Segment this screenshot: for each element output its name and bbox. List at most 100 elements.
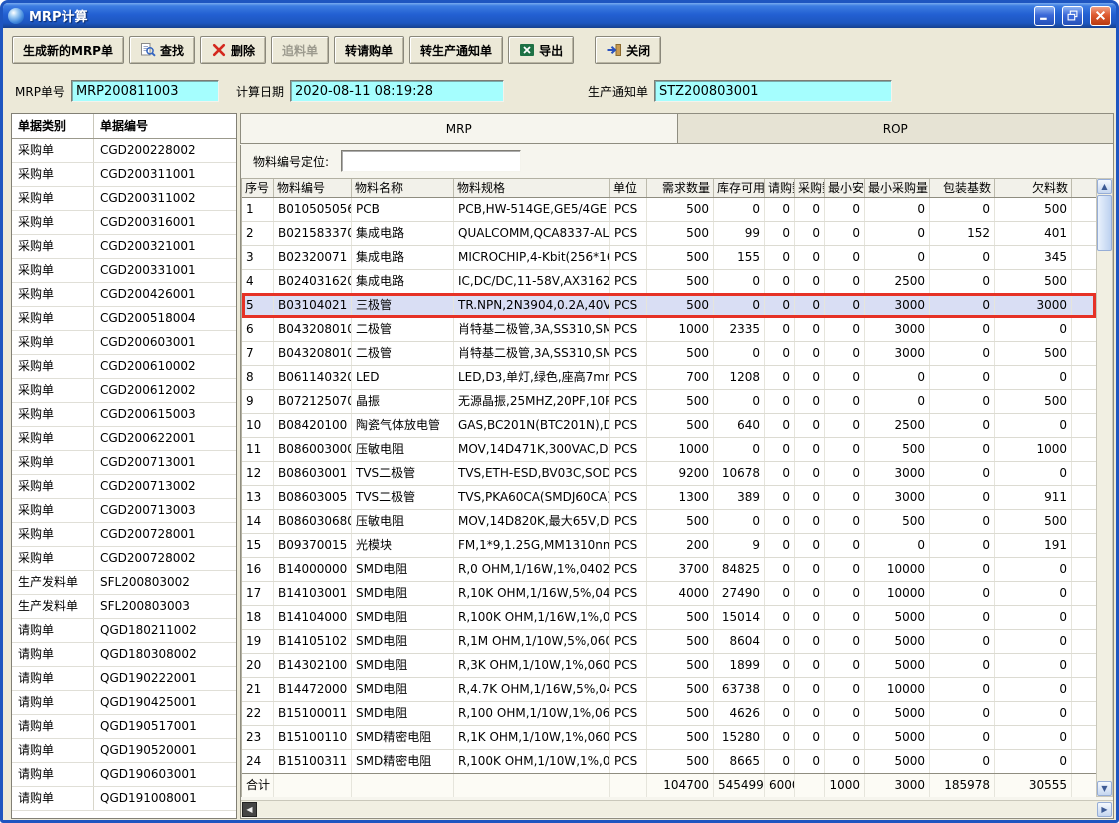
grid-row[interactable]: 24B15100311SMD精密电阻R,100K OHM,1/10W,1%,06… bbox=[242, 750, 1096, 774]
grid-cell: 晶振 bbox=[352, 390, 454, 413]
grid-row[interactable]: 20B14302100SMD电阻R,3K OHM,1/10W,1%,0603PC… bbox=[242, 654, 1096, 678]
doc-list-row[interactable]: 请购单QGD190222001 bbox=[12, 667, 236, 691]
tab-mrp[interactable]: MRP bbox=[240, 113, 678, 144]
grid-row[interactable]: 12B08603001TVS二极管TVS,ETH-ESD,BV03C,SODPC… bbox=[242, 462, 1096, 486]
doc-list-row[interactable]: 采购单CGD200728001 bbox=[12, 523, 236, 547]
doc-list-row[interactable]: 采购单CGD200426001 bbox=[12, 283, 236, 307]
toolbar-button-new-mrp[interactable]: 生成新的MRP单 bbox=[12, 36, 124, 64]
minimize-button[interactable] bbox=[1034, 6, 1055, 26]
grid-cell: 0 bbox=[765, 606, 795, 629]
grid-row[interactable]: 6B0432080100二极管肖特基二极管,3A,SS310,SMPCS1000… bbox=[242, 318, 1096, 342]
calc-date-input[interactable] bbox=[290, 80, 504, 102]
grid-header-cell: 请购数 bbox=[765, 179, 795, 197]
doc-list-row[interactable]: 采购单CGD200316001 bbox=[12, 211, 236, 235]
toolbar-button-to-requisition[interactable]: 转请购单 bbox=[334, 36, 404, 64]
grid-row[interactable]: 21B14472000SMD电阻R,4.7K OHM,1/16W,5%,040P… bbox=[242, 678, 1096, 702]
doc-list-row[interactable]: 请购单QGD190603001 bbox=[12, 763, 236, 787]
v-scroll-thumb[interactable] bbox=[1097, 195, 1112, 251]
doc-list-row[interactable]: 采购单CGD200311001 bbox=[12, 163, 236, 187]
doc-list-row[interactable]: 采购单CGD200622001 bbox=[12, 427, 236, 451]
doc-list-row[interactable]: 请购单QGD180211002 bbox=[12, 619, 236, 643]
grid-row-selected[interactable]: 5B03104021三极管TR.NPN,2N3904,0.2A,40V,PCS5… bbox=[242, 294, 1096, 318]
doc-list-row[interactable]: 请购单QGD190425001 bbox=[12, 691, 236, 715]
grid-row[interactable]: 22B15100011SMD电阻R,100 OHM,1/10W,1%,060PC… bbox=[242, 702, 1096, 726]
grid-total-cell: 6000 bbox=[765, 774, 795, 797]
production-notice-input[interactable] bbox=[654, 80, 892, 102]
doc-list-row[interactable]: 生产发料单SFL200803003 bbox=[12, 595, 236, 619]
doc-list-row[interactable]: 采购单CGD200311002 bbox=[12, 187, 236, 211]
doc-list-row[interactable]: 采购单CGD200603001 bbox=[12, 331, 236, 355]
doc-list-row[interactable]: 采购单CGD200713001 bbox=[12, 451, 236, 475]
doc-list-header-type: 单据类别 bbox=[12, 114, 94, 138]
grid-cell: 17 bbox=[242, 582, 274, 605]
doc-list-row[interactable]: 请购单QGD190517001 bbox=[12, 715, 236, 739]
scroll-up-button[interactable]: ▲ bbox=[1097, 179, 1112, 194]
doc-list-row[interactable]: 采购单CGD200713002 bbox=[12, 475, 236, 499]
doc-list-row[interactable]: 请购单QGD191008001 bbox=[12, 787, 236, 811]
toolbar-button-export[interactable]: 导出 bbox=[508, 36, 574, 64]
grid-cell: 152 bbox=[930, 222, 995, 245]
doc-list-row[interactable]: 请购单QGD190520001 bbox=[12, 739, 236, 763]
grid-row[interactable]: 13B08603005TVS二极管TVS,PKA60CA(SMDJ60CA)PC… bbox=[242, 486, 1096, 510]
grid-cell: 0 bbox=[995, 462, 1072, 485]
grid-cell: 0 bbox=[795, 414, 825, 437]
locate-row: 物料编号定位: bbox=[241, 144, 1113, 178]
restore-button[interactable] bbox=[1062, 6, 1083, 26]
toolbar-button-chase-material[interactable]: 追料单 bbox=[271, 36, 329, 64]
doc-list-row[interactable]: 采购单CGD200728002 bbox=[12, 547, 236, 571]
grid-row[interactable]: 2B021583370集成电路QUALCOMM,QCA8337-AL3PCS50… bbox=[242, 222, 1096, 246]
doc-type-cell: 采购单 bbox=[12, 427, 94, 450]
locate-input[interactable] bbox=[341, 150, 521, 172]
doc-type-cell: 采购单 bbox=[12, 139, 94, 162]
doc-list-row[interactable]: 采购单CGD200612002 bbox=[12, 379, 236, 403]
grid-row[interactable]: 15B09370015光模块FM,1*9,1.25G,MM1310nm,2PCS… bbox=[242, 534, 1096, 558]
grid-row[interactable]: 18B14104000SMD电阻R,100K OHM,1/16W,1%,04PC… bbox=[242, 606, 1096, 630]
grid-row[interactable]: 19B14105102SMD电阻R,1M OHM,1/10W,5%,0603PC… bbox=[242, 630, 1096, 654]
grid-row[interactable]: 11B0860030000压敏电阻MOV,14D471K,300VAC,DIPP… bbox=[242, 438, 1096, 462]
doc-list-row[interactable]: 采购单CGD200321001 bbox=[12, 235, 236, 259]
grid-row[interactable]: 1B0105050560PCBPCB,HW-514GE,GE5/4GEPCS50… bbox=[242, 198, 1096, 222]
grid-row[interactable]: 3B02320071集成电路MICROCHIP,4-Kbit(256*16PCS… bbox=[242, 246, 1096, 270]
toolbar-button-to-production-notice[interactable]: 转生产通知单 bbox=[409, 36, 503, 64]
h-scrollbar[interactable]: ◀ ▶ bbox=[241, 800, 1113, 817]
doc-list-row[interactable]: 采购单CGD200713003 bbox=[12, 499, 236, 523]
toolbar-button-label: 生成新的MRP单 bbox=[23, 42, 113, 59]
grid-cell: 0 bbox=[825, 462, 865, 485]
grid-row[interactable]: 16B14000000SMD电阻R,0 OHM,1/16W,1%,0402PCS… bbox=[242, 558, 1096, 582]
scroll-left-button[interactable]: ◀ bbox=[242, 802, 257, 817]
grid-row[interactable]: 17B14103001SMD电阻R,10K OHM,1/16W,5%,040PC… bbox=[242, 582, 1096, 606]
doc-no-cell: CGD200603001 bbox=[94, 331, 236, 354]
grid-cell: 0 bbox=[765, 366, 795, 389]
v-scrollbar[interactable]: ▲ ▼ bbox=[1096, 178, 1113, 797]
toolbar-button-label: 追料单 bbox=[282, 42, 318, 59]
toolbar-button-find[interactable]: 查找 bbox=[129, 36, 195, 64]
toolbar-button-close[interactable]: 关闭 bbox=[595, 36, 661, 64]
mrp-no-input[interactable] bbox=[71, 80, 219, 102]
toolbar-button-delete[interactable]: 删除 bbox=[200, 36, 266, 64]
scroll-right-button[interactable]: ▶ bbox=[1097, 802, 1112, 817]
grid-cell: B08603001 bbox=[274, 462, 352, 485]
doc-list-row[interactable]: 请购单QGD180308002 bbox=[12, 643, 236, 667]
v-scroll-track[interactable] bbox=[1097, 251, 1112, 781]
doc-list-row[interactable]: 采购单CGD200331001 bbox=[12, 259, 236, 283]
grid-cell: 5000 bbox=[865, 702, 930, 725]
tab-rop[interactable]: ROP bbox=[678, 113, 1115, 144]
scroll-down-button[interactable]: ▼ bbox=[1097, 781, 1112, 796]
grid-row[interactable]: 14B0860306800压敏电阻MOV,14D820K,最大65V,DIPPC… bbox=[242, 510, 1096, 534]
titlebar[interactable]: MRP计算 bbox=[3, 3, 1116, 28]
grid-row[interactable]: 7B0432080101二极管肖特基二极管,3A,SS310,SMPCS5000… bbox=[242, 342, 1096, 366]
grid-row[interactable]: 23B15100110SMD精密电阻R,1K OHM,1/10W,1%,0603… bbox=[242, 726, 1096, 750]
doc-list-row[interactable]: 采购单CGD200610002 bbox=[12, 355, 236, 379]
doc-list-row[interactable]: 生产发料单SFL200803002 bbox=[12, 571, 236, 595]
grid-row[interactable]: 8B0611403200LEDLED,D3,单灯,绿色,座高7mmPCS7001… bbox=[242, 366, 1096, 390]
grid-total-cell: 3000 bbox=[865, 774, 930, 797]
grid-row[interactable]: 9B0721250701晶振无源晶振,25MHZ,20PF,10PPCS5000… bbox=[242, 390, 1096, 414]
doc-list-row[interactable]: 采购单CGD200615003 bbox=[12, 403, 236, 427]
grid-cell: 500 bbox=[647, 342, 714, 365]
doc-list-row[interactable]: 采购单CGD200228002 bbox=[12, 139, 236, 163]
grid-row[interactable]: 4B0240316201集成电路IC,DC/DC,11-58V,AX3162EP… bbox=[242, 270, 1096, 294]
h-scroll-track[interactable] bbox=[257, 802, 1097, 817]
grid-row[interactable]: 10B08420100陶瓷气体放电管GAS,BC201N(BTC201N),DP… bbox=[242, 414, 1096, 438]
doc-list-row[interactable]: 采购单CGD200518004 bbox=[12, 307, 236, 331]
close-button[interactable] bbox=[1090, 6, 1111, 26]
